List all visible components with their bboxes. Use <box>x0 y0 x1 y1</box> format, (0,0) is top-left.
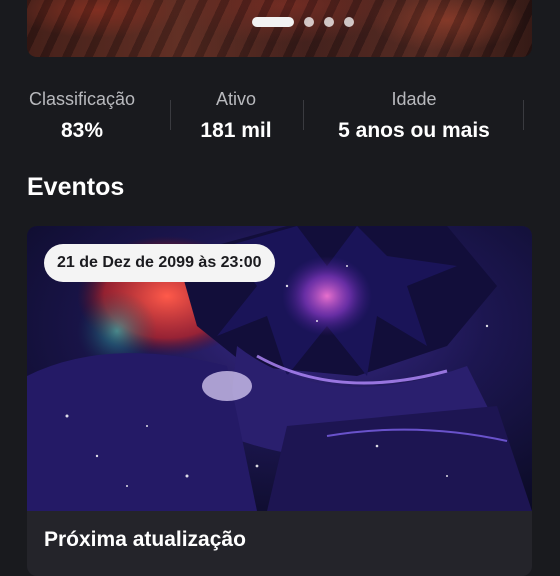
carousel-dots <box>252 17 354 27</box>
carousel-dot[interactable] <box>344 17 354 27</box>
stat-label: Classificação <box>28 89 136 109</box>
stat-label: Idade <box>391 89 437 109</box>
event-card[interactable]: 21 de Dez de 2099 às 23:00 Próxima atual… <box>27 226 532 576</box>
carousel-dot[interactable] <box>324 17 334 27</box>
stat-value: 83% <box>60 119 104 142</box>
carousel-dot-active[interactable] <box>252 17 294 27</box>
event-date-badge: 21 de Dez de 2099 às 23:00 <box>44 244 275 282</box>
stat-active: Ativo 181 mil <box>186 86 286 148</box>
stat-divider <box>303 100 304 130</box>
hero-carousel-image[interactable] <box>27 0 532 57</box>
stat-label: Ativo <box>215 89 257 109</box>
event-title: Próxima atualização <box>44 528 246 551</box>
events-heading: Eventos <box>27 173 125 201</box>
game-stats: Classificação 83% Ativo 181 mil Idade 5 … <box>0 86 560 146</box>
carousel-dot[interactable] <box>304 17 314 27</box>
stat-value: 181 mil <box>200 119 272 142</box>
stat-divider <box>170 100 171 130</box>
stat-rating: Classificação 83% <box>27 86 137 148</box>
event-info: Próxima atualização <box>27 511 532 576</box>
stat-value: 5 anos ou mais <box>338 119 490 142</box>
stat-age: Idade 5 anos ou mais <box>320 86 508 148</box>
stat-divider <box>523 100 524 130</box>
